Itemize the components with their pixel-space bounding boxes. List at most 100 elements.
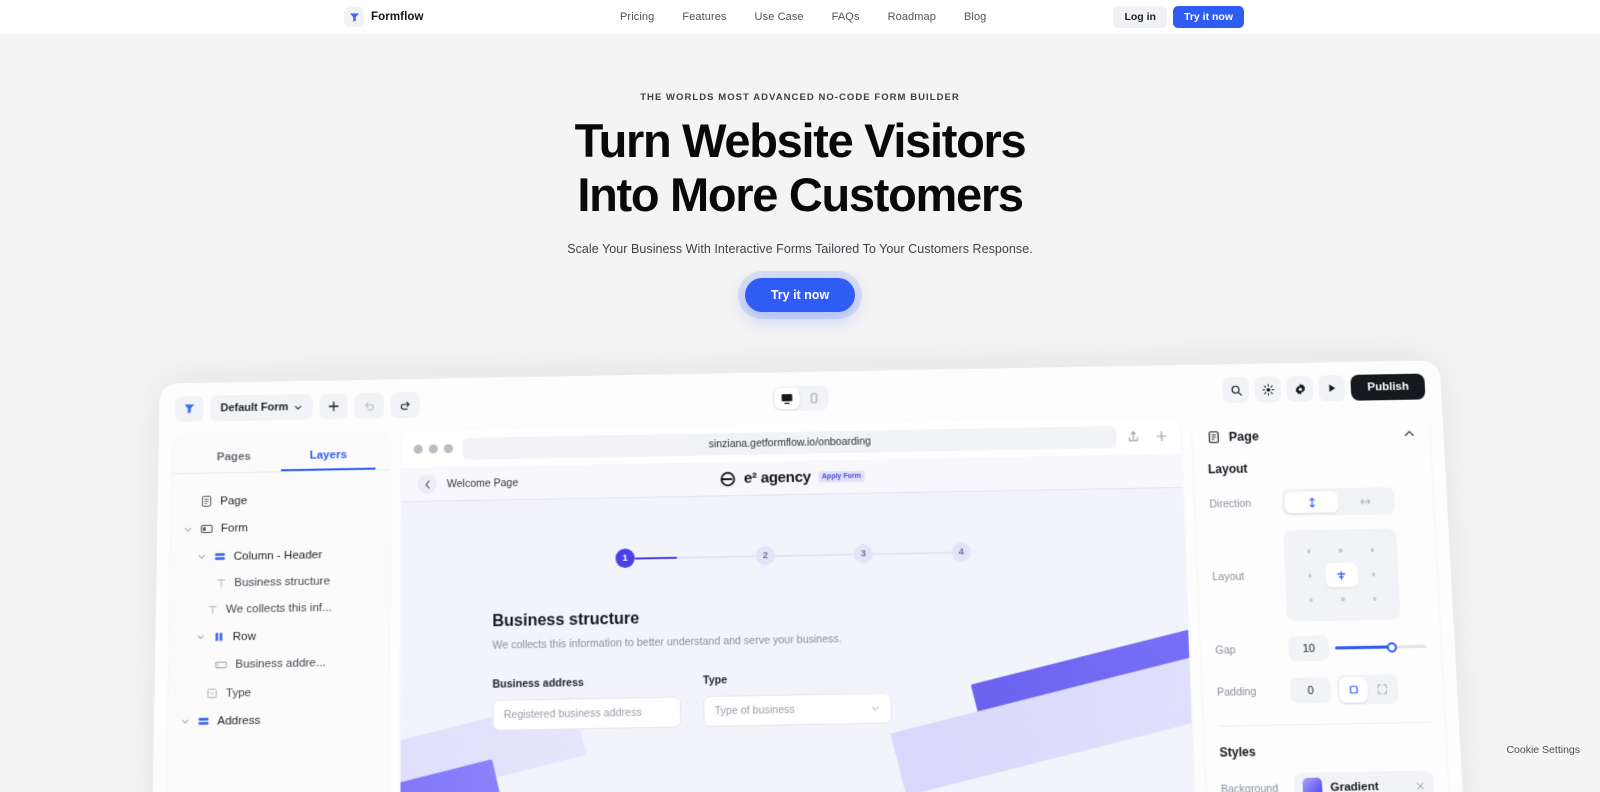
align-bottom-left[interactable] [1295,587,1328,612]
row-icon [212,630,225,644]
layer-item-column-header[interactable]: Column - Header [181,540,379,571]
app-mockup: Default Form Publish Pages Layers Page F… [148,360,1475,792]
padding-all-button[interactable] [1338,676,1369,703]
tab-layers[interactable]: Layers [281,442,376,472]
minimize-dot[interactable] [428,444,438,454]
nav-link-pricing[interactable]: Pricing [620,11,654,23]
layer-item-address[interactable]: Address [178,704,378,736]
form-selector-dropdown[interactable]: Default Form [210,393,313,422]
align-top-left[interactable] [1293,539,1326,564]
align-middle-left[interactable] [1294,563,1327,588]
page-icon [1206,430,1221,444]
brand-name: Formflow [371,11,424,23]
caret-icon[interactable] [197,553,206,560]
layer-item-page[interactable]: Page [182,485,380,516]
layer-item-form[interactable]: Form [181,512,379,544]
arrow-left-icon [422,479,432,489]
close-icon[interactable] [1415,780,1426,791]
input-icon [214,658,228,673]
align-top-center[interactable] [1324,538,1357,563]
form-selector-label: Default Form [220,401,289,415]
nav-link-faqs[interactable]: FAQs [832,11,860,23]
caret-icon[interactable] [196,634,205,641]
add-button[interactable] [319,393,348,420]
maximize-dot[interactable] [443,444,453,454]
type-select[interactable]: Type of business [703,692,893,727]
try-it-now-button-nav[interactable]: Try it now [1172,6,1244,28]
nav-link-roadmap[interactable]: Roadmap [888,11,936,23]
background-label: Background [1220,782,1279,792]
gap-slider-knob[interactable] [1386,641,1398,653]
brand-logo-group[interactable]: Formflow [344,7,424,27]
settings-button[interactable] [1286,375,1314,402]
nav-link-features[interactable]: Features [682,11,726,23]
layout-label: Layout [1212,570,1245,584]
properties-panel: Page Layout Direction Layout Gap 10 Padd… [1191,412,1460,792]
form-content: 1 2 3 4 Business structure We collects t… [401,488,1192,733]
direction-label: Direction [1209,497,1252,511]
layer-item-we-collects[interactable]: We collects this inf... [180,594,379,624]
direction-horizontal-button[interactable] [1338,490,1392,512]
apply-form-badge: Apply Form [817,470,866,483]
theme-button[interactable] [1254,376,1282,403]
field-label: Type [702,674,728,687]
caret-icon[interactable] [181,718,190,725]
share-icon[interactable] [1126,429,1141,443]
device-desktop-button[interactable] [774,387,800,409]
app-logo-button[interactable] [175,395,204,423]
url-input[interactable]: sinziana.getformflow.io/onboarding [462,425,1117,460]
step-4[interactable]: 4 [951,542,972,562]
row-padding: Padding 0 [1216,673,1429,707]
layer-item-business-structure[interactable]: Business structure [180,567,379,597]
gap-value-input[interactable]: 10 [1287,635,1330,662]
padding-value-input[interactable]: 0 [1289,677,1332,704]
tab-pages[interactable]: Pages [186,443,281,473]
section-styles-title: Styles [1219,744,1256,760]
step-1[interactable]: 1 [615,548,635,569]
publish-button[interactable]: Publish [1350,373,1426,401]
try-it-now-button-hero[interactable]: Try it now [744,278,856,312]
back-button[interactable] [417,474,437,494]
align-bottom-center[interactable] [1326,587,1359,612]
close-dot[interactable] [413,444,423,454]
field-business-address: Business address Registered business add… [492,675,682,731]
device-mobile-button[interactable] [801,387,826,408]
padding-sides-button[interactable] [1367,676,1397,702]
background-gradient-chip[interactable]: Gradient [1293,770,1435,792]
layer-label: We collects this inf... [225,601,332,616]
preview-button[interactable] [1318,374,1346,402]
redo-button[interactable] [390,391,420,419]
preview-brand: e² agency Apply Form [719,467,866,488]
layer-item-type[interactable]: Type [179,676,379,707]
align-top-right[interactable] [1356,538,1389,563]
form-subheading: We collects this information to better u… [492,633,842,652]
layer-item-row[interactable]: Row [180,620,379,651]
business-address-input[interactable]: Registered business address [492,696,682,731]
step-3[interactable]: 3 [853,544,874,564]
chevron-up-icon[interactable] [1403,428,1416,440]
gap-slider[interactable] [1335,641,1427,653]
form-heading: Business structure [492,610,640,631]
align-bottom-right[interactable] [1358,586,1391,611]
cookie-settings-link[interactable]: Cookie Settings [1506,744,1580,756]
undo-button[interactable] [354,392,384,419]
align-middle-center[interactable] [1325,562,1359,588]
nav-link-use-case[interactable]: Use Case [755,11,804,23]
login-button[interactable]: Log in [1113,6,1167,28]
step-2[interactable]: 2 [755,545,776,566]
hero-section: THE WORLDS MOST ADVANCED NO-CODE FORM BU… [0,34,1600,312]
mobile-icon [807,391,820,404]
field-placeholder: Registered business address [503,706,642,722]
layer-item-business-address[interactable]: Business addre... [179,648,378,680]
align-middle-right[interactable] [1357,562,1390,587]
window-controls [413,444,453,454]
search-button[interactable] [1222,376,1250,404]
hero-cta-wrap: Try it now [0,278,1600,312]
row-gap: Gap 10 [1215,634,1427,663]
direction-vertical-button[interactable] [1284,491,1339,514]
caret-icon[interactable] [183,526,192,533]
nav-link-blog[interactable]: Blog [964,11,986,23]
plus-icon[interactable] [1154,429,1169,443]
layers-panel: Pages Layers Page Form Column - Header B… [163,431,390,792]
canvas-preview: sinziana.getformflow.io/onboarding Welco… [399,416,1203,792]
